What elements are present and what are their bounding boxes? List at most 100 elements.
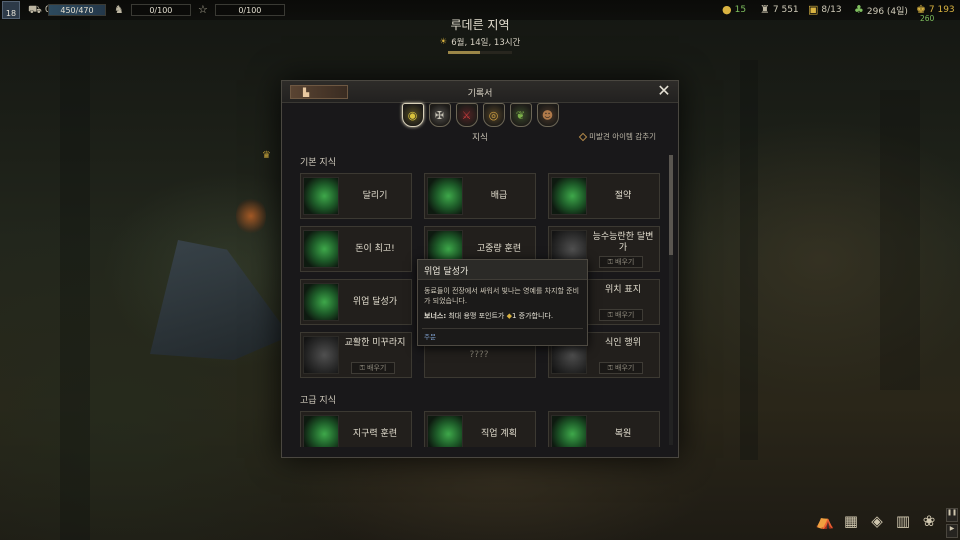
learn-label: 배우기 [367, 364, 387, 372]
knowledge-card[interactable]: 절약 [548, 173, 660, 219]
basic-knowledge-heading: 기본 지식 [300, 158, 336, 168]
weapons-tab[interactable]: ⚔ [455, 103, 478, 127]
advanced-knowledge-heading: 고급 지식 [300, 396, 336, 406]
pause-icon[interactable]: ❚❚ [946, 508, 958, 522]
shield-tab[interactable]: ◉ [401, 103, 424, 127]
horse-icon: ♞ [114, 3, 124, 16]
horse-bar: 0/100 [130, 4, 191, 16]
advanced-knowledge-grid: 지구력 훈련 직업 계획 복원 [300, 411, 660, 447]
knowledge-card[interactable]: 지구력 훈련 [300, 411, 412, 447]
knowledge-card[interactable]: 위업 달성가 [300, 279, 412, 325]
head-tab[interactable]: ☻ [536, 103, 559, 127]
learn-label: 배우기 [615, 364, 635, 372]
level-value: 18 [5, 9, 17, 18]
play-icon[interactable]: ▶ [946, 524, 958, 538]
tooltip-bonus-value: 1 [511, 312, 517, 320]
scrollbar[interactable] [669, 155, 673, 445]
date-text: 6월, 14일, 13시간 [451, 38, 521, 48]
lock-icon: ⚿ [607, 257, 613, 266]
helmet-tab[interactable]: ◎ [482, 103, 505, 127]
dialog-title: 기록서 [467, 89, 493, 99]
region-name: 루데른 지역 [450, 18, 510, 32]
sun-icon: ☀ [439, 37, 448, 47]
knowledge-icon [427, 415, 463, 447]
influence-stat: ● 15 [722, 3, 746, 17]
tree-trunk [740, 60, 758, 460]
renown-value: 0/100 [238, 5, 262, 15]
knowledge-card[interactable]: 돈이 최고! [300, 226, 412, 272]
bottom-right-menu: ⛺ ▦ ◈ ▥ ❀ [814, 510, 940, 532]
knowledge-card[interactable]: 복원 [548, 411, 660, 447]
knowledge-label: 직업 계획 [481, 428, 517, 439]
men-stat: ♜ 7 551 [760, 3, 799, 17]
location-panel: 루데른 지역 ☀ 6월, 14일, 13시간 [400, 16, 560, 54]
chest-icon[interactable]: ▦ [840, 510, 862, 532]
knowledge-card[interactable]: 달리기 [300, 173, 412, 219]
campfire [236, 196, 266, 236]
horse-stat: ♞ 0/100 [114, 3, 191, 17]
knowledge-card[interactable]: 배급 [424, 173, 536, 219]
tree-trunk [60, 0, 90, 540]
knowledge-icon [303, 177, 339, 215]
knowledge-icon [303, 336, 339, 374]
knowledge-card[interactable]: 교활한 미꾸라지 ⚿ 배우기 [300, 332, 412, 378]
tower-icon: ♜ [760, 3, 770, 16]
knowledge-label: 달리기 [362, 190, 388, 201]
knowledge-label: 지구력 훈련 [352, 428, 398, 439]
herb-tab[interactable]: ❦ [509, 103, 532, 127]
close-button[interactable]: ✕ [656, 83, 672, 99]
renown-stat: ☆ 0/100 [198, 3, 285, 17]
party-stat: ▣ 8/13 [808, 3, 842, 17]
knowledge-icon [303, 230, 339, 268]
lock-icon: ⚿ [607, 310, 613, 319]
tooltip-bonus-label: 보너스: [424, 312, 447, 320]
health-stat: 450/470 [48, 3, 106, 17]
tooltip-title: 위업 달성가 [418, 260, 587, 280]
day-progress-bar [448, 51, 512, 54]
tooltip-bonus: 보너스: 최대 용맹 포인트가 ◆1 증가합니다. [418, 306, 587, 321]
lock-icon: ⚿ [607, 363, 613, 372]
learn-label: 배우기 [615, 258, 635, 266]
learn-button[interactable]: ⚿ 배우기 [599, 256, 643, 268]
renown-bar: 0/100 [214, 4, 285, 16]
party-value: 8/13 [821, 5, 842, 15]
knowledge-label: 복원 [614, 428, 632, 439]
knowledge-icon [303, 283, 339, 321]
knowledge-icon [551, 177, 587, 215]
knowledge-card[interactable]: 직업 계획 [424, 411, 536, 447]
star-icon: ☆ [198, 3, 208, 16]
influence-value: 15 [734, 5, 747, 15]
lock-icon: ⚿ [359, 363, 365, 372]
tree-trunk [880, 90, 920, 390]
coin-icon: ● [722, 3, 732, 16]
journal-icon[interactable]: ▥ [892, 510, 914, 532]
day-progress-fill [448, 51, 480, 54]
health-bar: 450/470 [48, 4, 106, 16]
tooltip-bonus-text: 최대 용맹 포인트가 [448, 312, 505, 320]
learn-button[interactable]: ⚿ 배우기 [599, 309, 643, 321]
character-level-badge[interactable]: 18 [2, 1, 20, 19]
knowledge-label: 교활한 미꾸라지 [344, 338, 406, 348]
food-stat: ♣ 296 (4일) [854, 3, 908, 17]
food-value: 296 (4일) [866, 6, 908, 17]
learn-button[interactable]: ⚿ 배우기 [599, 362, 643, 374]
checkbox-diamond-icon[interactable] [578, 132, 588, 141]
hide-undiscovered-toggle[interactable]: 미발견 아이템 감추기 [578, 131, 656, 142]
knowledge-label: 위치 표지 [605, 285, 641, 295]
laurel-icon[interactable]: ❀ [918, 510, 940, 532]
knowledge-label: 돈이 최고! [355, 243, 395, 254]
tooltip-description: 동료들이 전장에서 싸워서 빛나는 영예를 차지할 준비가 되었습니다. [424, 287, 580, 305]
tools-tab[interactable]: ✠ [428, 103, 451, 127]
tooltip-bonus-suffix: 증가합니다. [518, 312, 554, 320]
food-icon: ♣ [854, 3, 864, 16]
map-icon[interactable]: ◈ [866, 510, 888, 532]
learn-button[interactable]: ⚿ 배우기 [351, 362, 395, 374]
knowledge-label: 능수능란한 달변가 [592, 232, 654, 253]
scrollbar-thumb[interactable] [669, 155, 673, 255]
camp-tent[interactable] [150, 240, 290, 360]
party-icon: ▣ [808, 3, 819, 16]
camp-icon[interactable]: ⛺ [814, 510, 836, 532]
learn-label: 배우기 [615, 311, 635, 319]
crown-icon: ♛ [262, 150, 271, 161]
tooltip-divider [422, 328, 583, 329]
